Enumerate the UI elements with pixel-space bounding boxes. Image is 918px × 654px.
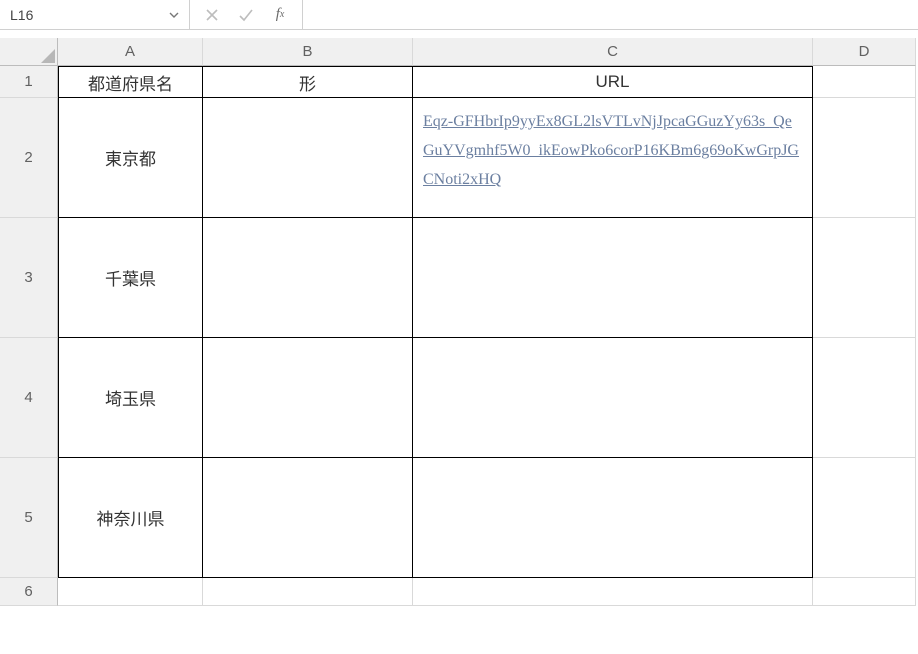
- cell-B1[interactable]: 形: [203, 66, 413, 98]
- formula-bar-buttons: fx: [190, 0, 303, 29]
- cell-C3[interactable]: [413, 218, 813, 338]
- row-header-3[interactable]: 3: [0, 218, 58, 338]
- formula-bar: L16 fx: [0, 0, 918, 30]
- col-header-A[interactable]: A: [58, 38, 203, 66]
- cell-D3[interactable]: [813, 218, 916, 338]
- cell-C6[interactable]: [413, 578, 813, 606]
- cell-B3[interactable]: [203, 218, 413, 338]
- cell-B2[interactable]: [203, 98, 413, 218]
- cell-C2[interactable]: Eqz-GFHbrIp9yyEx8GL2lsVTLvNjJpcaGGuzYy63…: [413, 98, 813, 218]
- cell-B5[interactable]: [203, 458, 413, 578]
- cell-C5[interactable]: [413, 458, 813, 578]
- fx-icon[interactable]: fx: [270, 5, 290, 25]
- cell-D4[interactable]: [813, 338, 916, 458]
- col-header-C[interactable]: C: [413, 38, 813, 66]
- cell-A1[interactable]: 都道府県名: [58, 66, 203, 98]
- cell-D1[interactable]: [813, 66, 916, 98]
- cell-B4[interactable]: [203, 338, 413, 458]
- name-box-value: L16: [10, 7, 165, 23]
- cell-D2[interactable]: [813, 98, 916, 218]
- row-header-4[interactable]: 4: [0, 338, 58, 458]
- row-header-6[interactable]: 6: [0, 578, 58, 606]
- formula-input[interactable]: [303, 0, 918, 29]
- cell-C4[interactable]: [413, 338, 813, 458]
- chevron-down-icon[interactable]: [165, 6, 183, 24]
- spreadsheet-grid[interactable]: A B C D 1 都道府県名 形 URL 2 東京都 Eqz-GFHbrIp9…: [0, 38, 918, 606]
- cell-A5[interactable]: 神奈川県: [58, 458, 203, 578]
- cell-A4[interactable]: 埼玉県: [58, 338, 203, 458]
- cell-A2[interactable]: 東京都: [58, 98, 203, 218]
- row-header-1[interactable]: 1: [0, 66, 58, 98]
- select-all-corner[interactable]: [0, 38, 58, 66]
- col-header-D[interactable]: D: [813, 38, 916, 66]
- cell-A6[interactable]: [58, 578, 203, 606]
- cell-D6[interactable]: [813, 578, 916, 606]
- col-header-B[interactable]: B: [203, 38, 413, 66]
- cancel-icon: [202, 5, 222, 25]
- cell-B6[interactable]: [203, 578, 413, 606]
- cell-C1[interactable]: URL: [413, 66, 813, 98]
- row-header-5[interactable]: 5: [0, 458, 58, 578]
- cell-A3[interactable]: 千葉県: [58, 218, 203, 338]
- cell-D5[interactable]: [813, 458, 916, 578]
- row-header-2[interactable]: 2: [0, 98, 58, 218]
- enter-check-icon: [236, 5, 256, 25]
- name-box[interactable]: L16: [0, 0, 190, 29]
